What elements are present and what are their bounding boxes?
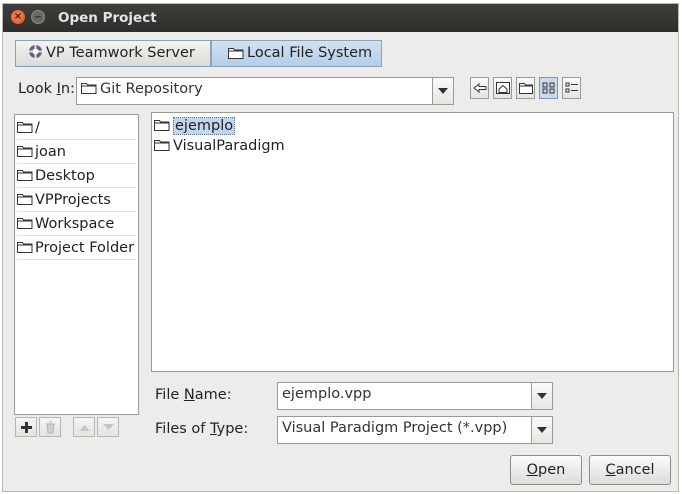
minimize-icon: −	[33, 12, 43, 23]
tab-label: VP Teamwork Server	[46, 45, 195, 61]
new-folder-icon	[519, 83, 533, 94]
folder-icon	[17, 166, 33, 188]
delete-place-button[interactable]	[39, 417, 61, 437]
details-view-icon	[565, 82, 578, 93]
move-up-icon	[79, 425, 90, 431]
place-item-vpprojects[interactable]: VPProjects	[17, 189, 136, 212]
places-list: / joan Desktop VPProjects Workspace Proj…	[14, 114, 139, 415]
add-icon	[21, 422, 32, 433]
place-item-joan[interactable]: joan	[17, 141, 136, 164]
open-button[interactable]: Open	[510, 455, 582, 485]
teamwork-server-icon	[28, 43, 43, 68]
chevron-down-icon[interactable]	[432, 78, 453, 104]
look-in-dropdown[interactable]: Git Repository	[76, 77, 454, 105]
file-type-value: Visual Paradigm Project (*.vpp)	[282, 420, 508, 436]
open-project-dialog: × − Open Project VP Teamwork Server Loca…	[2, 3, 679, 492]
place-item-project-folder[interactable]: Project Folder	[17, 237, 136, 260]
file-name-label: File Name:	[155, 387, 232, 403]
list-view-button[interactable]	[539, 77, 558, 99]
file-item-visualparadigm[interactable]: VisualParadigm	[154, 137, 285, 156]
add-place-button[interactable]	[15, 417, 37, 437]
look-in-label: Look In:	[18, 81, 75, 97]
place-item-workspace[interactable]: Workspace	[17, 213, 136, 236]
file-name-field[interactable]: ejemplo.vpp	[277, 382, 553, 410]
up-folder-icon	[473, 82, 487, 94]
move-place-down-button[interactable]	[97, 417, 119, 437]
folder-icon	[154, 118, 170, 136]
new-folder-button[interactable]	[516, 77, 535, 99]
list-view-icon	[542, 82, 555, 94]
folder-icon	[17, 118, 33, 140]
folder-icon	[17, 214, 33, 236]
tab-label: Local File System	[247, 45, 373, 61]
minimize-window-button[interactable]: −	[31, 10, 45, 24]
close-window-button[interactable]: ×	[11, 10, 25, 24]
close-icon: ×	[13, 11, 23, 22]
folder-icon	[228, 43, 244, 68]
cancel-button[interactable]: Cancel	[589, 455, 671, 485]
file-list: ejemplo VisualParadigm	[151, 112, 674, 372]
look-in-value: Git Repository	[100, 81, 203, 97]
window-title: Open Project	[58, 10, 157, 26]
place-item-desktop[interactable]: Desktop	[17, 165, 136, 188]
move-place-up-button[interactable]	[73, 417, 95, 437]
chevron-down-icon[interactable]	[531, 417, 552, 443]
up-folder-button[interactable]	[470, 77, 489, 99]
folder-icon	[17, 238, 33, 260]
chevron-down-icon[interactable]	[531, 383, 552, 409]
tab-vp-teamwork-server[interactable]: VP Teamwork Server	[15, 40, 211, 67]
tab-local-file-system[interactable]: Local File System	[211, 40, 382, 67]
file-type-label: Files of Type:	[155, 421, 249, 437]
folder-icon	[81, 82, 97, 98]
move-down-icon	[103, 424, 114, 430]
home-folder-button[interactable]	[493, 77, 512, 99]
delete-icon	[46, 421, 55, 434]
file-item-ejemplo[interactable]: ejemplo	[154, 117, 236, 136]
file-type-dropdown[interactable]: Visual Paradigm Project (*.vpp)	[277, 416, 553, 444]
folder-icon	[17, 190, 33, 212]
folder-icon	[17, 142, 33, 164]
title-bar: × − Open Project	[3, 4, 678, 32]
home-folder-icon	[496, 82, 510, 94]
place-item-root[interactable]: /	[17, 117, 136, 140]
details-view-button[interactable]	[562, 77, 581, 99]
file-name-value[interactable]: ejemplo.vpp	[282, 386, 371, 402]
folder-icon	[154, 138, 170, 156]
